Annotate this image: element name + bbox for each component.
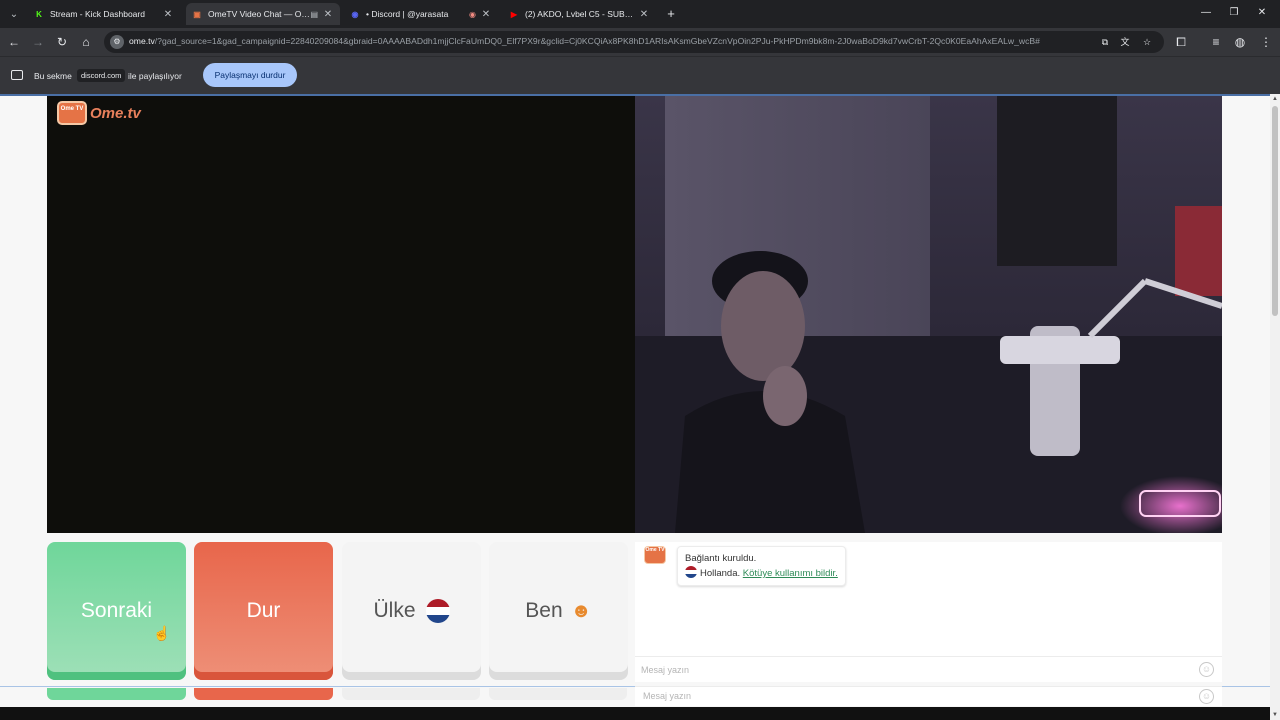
- tab-title: (2) AKDO, Lvbel C5 - SUBMARI: [525, 9, 638, 19]
- netherlands-flag-icon: [685, 566, 697, 578]
- url-text[interactable]: ome.tv/?gad_source=1&gad_campaignid=2284…: [129, 36, 1089, 46]
- ometv-logo: Ome TV Ome.tv: [57, 100, 141, 126]
- country-button[interactable]: Ülke: [342, 542, 481, 680]
- boy-avatar-icon: ☻: [570, 599, 592, 622]
- home-button[interactable]: ⌂: [77, 33, 95, 51]
- stop-button[interactable]: Dur: [194, 542, 333, 680]
- tab-ometv[interactable]: ▣ OmeTV Video Chat — Ome ▤ ✕: [186, 3, 340, 25]
- message-input[interactable]: [641, 662, 1181, 678]
- stop-label: Dur: [246, 599, 281, 622]
- screen-share-icon: ▤: [310, 9, 318, 19]
- screen-bottom-edge: [0, 707, 1270, 720]
- tab-title: Stream - Kick Dashboard: [50, 9, 145, 19]
- forward-button[interactable]: →: [29, 33, 47, 51]
- maximize-button[interactable]: ❐: [1224, 4, 1244, 22]
- share-suffix: ile paylaşılıyor: [128, 71, 182, 81]
- logo-text: Ome.tv: [90, 104, 141, 122]
- browser-toolbar: ← → ↻ ⌂ ⚙ ome.tv/?gad_source=1&gad_campa…: [0, 28, 1280, 56]
- system-message: Bağlantı kuruldu. Hollanda. Kötüye kulla…: [677, 546, 846, 586]
- next-button-shadow: [47, 688, 186, 700]
- me-button[interactable]: Ben ☻: [489, 542, 628, 680]
- message-input-duplicate: Mesaj yazın ☺: [635, 686, 1222, 706]
- screen-share-icon: [11, 70, 23, 80]
- tab-discord[interactable]: ◉ • Discord | @yarasata ◉ ✕: [344, 3, 498, 25]
- tab-kick[interactable]: K Stream - Kick Dashboard ✕: [28, 3, 180, 25]
- ometv-logo-icon: Ome TV: [57, 101, 87, 125]
- ometv-icon: ▣: [193, 9, 201, 19]
- me-label: Ben: [525, 599, 563, 622]
- close-icon[interactable]: ✕: [638, 9, 650, 20]
- bookmark-star-icon[interactable]: ☆: [1140, 35, 1154, 49]
- close-icon[interactable]: ✕: [480, 9, 492, 20]
- ometv-avatar: Ome TV: [644, 546, 666, 564]
- new-tab-button[interactable]: +: [664, 5, 678, 23]
- tab-title: OmeTV Video Chat — Ome: [208, 9, 311, 19]
- youtube-icon: ▶: [510, 9, 518, 19]
- tab-strip: ⌄ K Stream - Kick Dashboard ✕ ▣ OmeTV Vi…: [0, 0, 1280, 28]
- share-domain: discord.com: [77, 69, 126, 82]
- smiley-icon: ☺: [1199, 689, 1214, 704]
- share-prefix: Bu sekme: [34, 71, 72, 81]
- stop-button-shadow: [194, 688, 333, 700]
- url-path: /?gad_source=1&gad_campaignid=2284020908…: [154, 36, 1040, 46]
- close-icon[interactable]: ✕: [162, 9, 174, 20]
- recording-icon: ◉: [469, 9, 476, 19]
- address-bar[interactable]: ⚙ ome.tv/?gad_source=1&gad_campaignid=22…: [104, 31, 1164, 53]
- ometv-page: Ome TV Ome.tv Sonraki Dur Ülke Ben ☻ Ome…: [0, 94, 1270, 720]
- connected-text: Bağlantı kuruldu.: [685, 553, 757, 564]
- country-text: Hollanda.: [700, 568, 741, 579]
- site-info-icon[interactable]: ⚙: [110, 35, 124, 49]
- scroll-down-arrow-icon[interactable]: ▼: [1270, 710, 1280, 720]
- smiley-icon[interactable]: ☺: [1199, 662, 1214, 677]
- message-placeholder: Mesaj yazın: [643, 691, 692, 701]
- tab-title: • Discord | @yarasata: [366, 9, 449, 19]
- media-controls-icon[interactable]: ≡: [1207, 33, 1225, 51]
- scroll-up-arrow-icon[interactable]: ▲: [1270, 94, 1280, 104]
- me-button-shadow: [489, 688, 627, 700]
- extensions-icon[interactable]: ⧠: [1172, 33, 1190, 51]
- install-app-icon[interactable]: ⧉: [1098, 35, 1112, 49]
- scroll-thumb[interactable]: [1272, 106, 1278, 316]
- translate-icon[interactable]: 文: [1118, 35, 1132, 49]
- reload-button[interactable]: ↻: [53, 33, 71, 51]
- profile-avatar[interactable]: ◍: [1231, 33, 1249, 51]
- stop-sharing-button[interactable]: Paylaşmayı durdur: [203, 63, 297, 87]
- minimize-button[interactable]: —: [1196, 4, 1216, 22]
- stranger-video: Ome TV Ome.tv: [47, 96, 635, 533]
- page-scrollbar[interactable]: ▲ ▼: [1270, 94, 1280, 720]
- self-video: [635, 96, 1222, 533]
- url-host: ome.tv: [129, 36, 155, 46]
- message-input-bar: ☺: [635, 656, 1222, 682]
- country-button-shadow: [342, 688, 480, 700]
- netherlands-flag-icon: [425, 599, 450, 623]
- close-icon[interactable]: ✕: [322, 9, 334, 20]
- menu-icon[interactable]: ⋮: [1257, 33, 1275, 51]
- hand-cursor-icon: ☝: [153, 625, 171, 641]
- discord-icon: ◉: [351, 9, 359, 19]
- back-button[interactable]: ←: [5, 33, 23, 51]
- next-button[interactable]: Sonraki: [47, 542, 186, 680]
- report-abuse-link[interactable]: Kötüye kullanımı bildir.: [743, 568, 838, 579]
- country-label: Ülke: [373, 599, 416, 622]
- next-label: Sonraki: [80, 599, 153, 622]
- self-webcam-feed: [635, 96, 1222, 533]
- close-window-button[interactable]: ✕: [1252, 4, 1272, 22]
- tab-search-button[interactable]: ⌄: [5, 5, 23, 23]
- chat-panel: Ome TV Bağlantı kuruldu. Hollanda. Kötüy…: [635, 542, 1222, 682]
- tab-youtube[interactable]: ▶ (2) AKDO, Lvbel C5 - SUBMARI ✕: [503, 3, 656, 25]
- tab-sharing-bar: Bu sekme discord.com ile paylaşılıyor: [0, 56, 1280, 94]
- kick-icon: K: [36, 9, 42, 19]
- country-line: Hollanda. Kötüye kullanımı bildir.: [685, 566, 838, 581]
